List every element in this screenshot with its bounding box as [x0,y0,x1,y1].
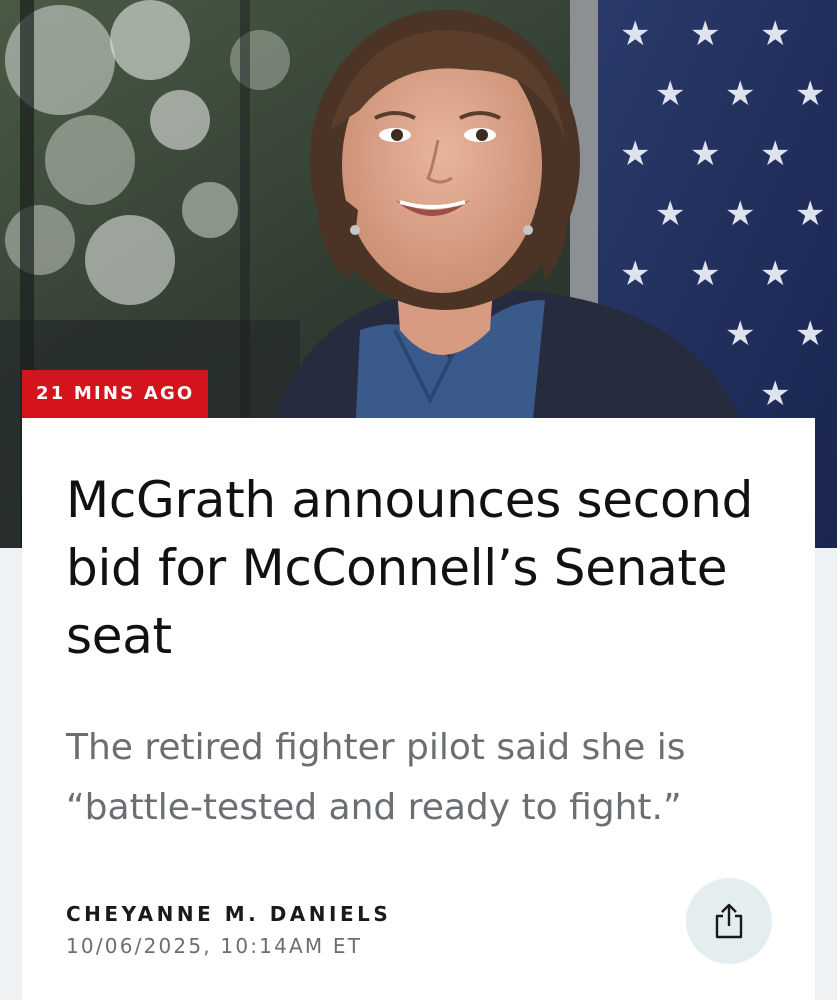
svg-text:★: ★ [795,74,825,114]
svg-text:★: ★ [690,134,720,174]
svg-text:★: ★ [620,254,650,294]
share-icon [715,903,743,939]
svg-text:★: ★ [795,194,825,234]
svg-text:★: ★ [655,74,685,114]
svg-text:★: ★ [760,254,790,294]
svg-text:★: ★ [795,314,825,354]
svg-text:★: ★ [760,374,790,414]
svg-text:★: ★ [725,194,755,234]
svg-text:★: ★ [725,74,755,114]
svg-text:★: ★ [725,314,755,354]
author-name[interactable]: CHEYANNE M. DANIELS [66,902,391,926]
svg-text:★: ★ [655,194,685,234]
svg-text:★: ★ [690,254,720,294]
publish-timestamp: 10/06/2025, 10:14AM ET [66,934,363,958]
svg-text:★: ★ [690,14,720,54]
svg-text:★: ★ [760,14,790,54]
time-ago-badge: 21 MINS AGO [22,370,209,418]
svg-text:★: ★ [620,14,650,54]
svg-text:★: ★ [620,134,650,174]
article-headline[interactable]: McGrath announces second bid for McConne… [66,466,786,670]
article-card[interactable]: McGrath announces second bid for McConne… [22,418,815,1000]
share-button[interactable] [686,878,772,964]
article-dek: The retired fighter pilot said she is “b… [66,727,686,828]
svg-text:★: ★ [760,134,790,174]
